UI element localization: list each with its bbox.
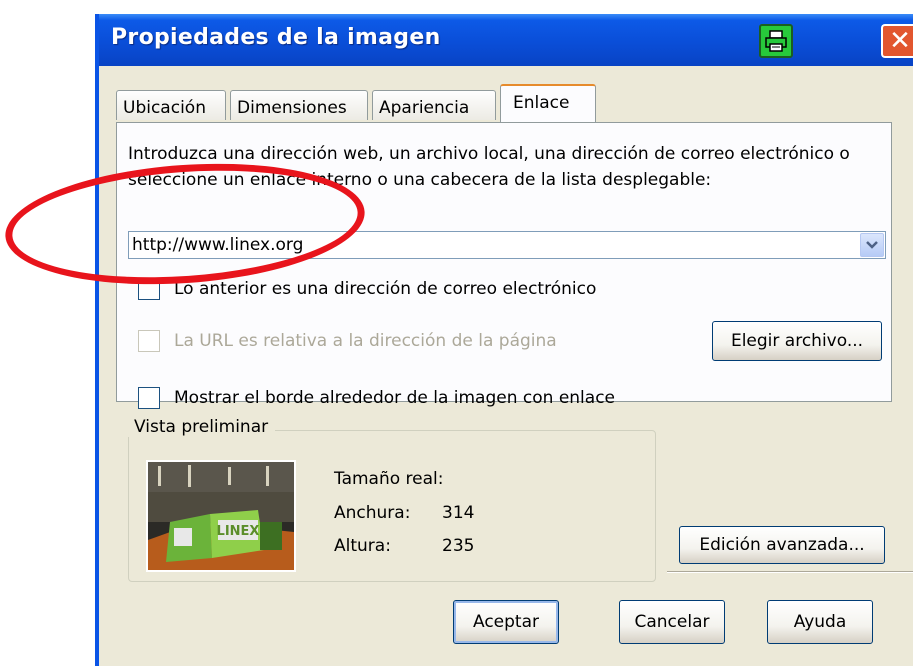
email-checkbox-label: Lo anterior es una dirección de correo e… [174,279,597,299]
link-tab-panel: Introduzca una dirección web, un archivo… [116,122,892,409]
border-checkbox-label: Mostrar el borde alrededor de la imagen … [174,388,615,408]
separator-line [667,571,913,573]
choose-file-button[interactable]: Elegir archivo... [712,321,882,361]
height-label: Altura: [334,536,391,556]
width-value: 314 [442,503,475,523]
url-dropdown-button[interactable] [860,233,884,257]
close-icon: ✕ [889,26,911,56]
email-checkbox[interactable] [138,278,160,300]
tab-label: Dimensiones [237,98,347,118]
ok-button[interactable]: Aceptar [453,600,559,644]
relative-url-checkbox-row: La URL es relativa a la dirección de la … [138,330,557,352]
height-value: 235 [442,536,475,556]
window-title: Propiedades de la imagen [111,25,441,50]
tab-ubicacion[interactable]: Ubicación [116,90,226,120]
title-bar[interactable]: Propiedades de la imagen ✕ [99,14,913,66]
tab-label: Apariencia [379,98,470,118]
email-checkbox-row[interactable]: Lo anterior es una dirección de correo e… [138,278,596,300]
preview-logo-text: LINEX [217,524,260,539]
border-checkbox-row[interactable]: Mostrar el borde alrededor de la imagen … [138,387,615,409]
preview-photo: LINEX [148,462,294,570]
tab-enlace[interactable]: Enlace [500,84,596,122]
tab-dimensiones[interactable]: Dimensiones [230,90,368,120]
url-input[interactable] [132,234,852,256]
tab-apariencia[interactable]: Apariencia [372,90,496,120]
real-size-label: Tamaño real: [334,469,444,489]
relative-url-checkbox-label: La URL es relativa a la dirección de la … [174,331,557,351]
advanced-edit-button[interactable]: Edición avanzada... [679,526,885,564]
image-properties-dialog: Propiedades de la imagen ✕ Ubicación Dim… [95,14,913,666]
link-instructions: Introduzca una dirección web, un archivo… [128,144,850,190]
help-button[interactable]: Ayuda [767,600,873,644]
close-button[interactable]: ✕ [881,24,913,58]
preview-legend: Vista preliminar [127,417,276,437]
url-combobox[interactable] [128,231,886,259]
relative-url-checkbox [138,330,160,352]
tab-label: Enlace [513,93,570,113]
width-label: Anchura: [334,503,411,523]
chevron-down-icon [866,241,878,249]
print-button[interactable] [759,24,793,58]
cancel-button[interactable]: Cancelar [619,600,725,644]
printer-icon [765,30,787,52]
border-checkbox[interactable] [138,387,160,409]
preview-image: LINEX [146,460,296,572]
tab-label: Ubicación [123,98,206,118]
